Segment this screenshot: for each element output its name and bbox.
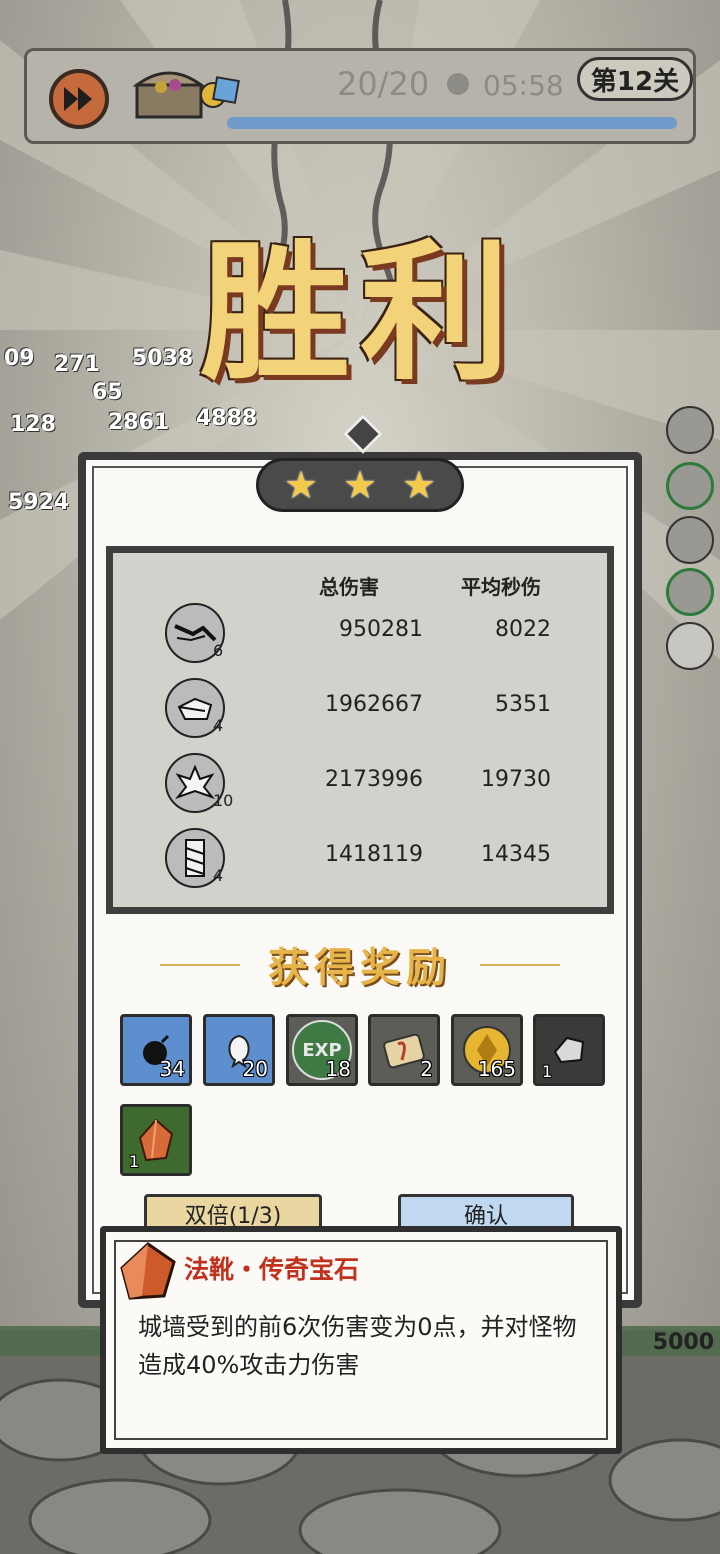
wave-progress-bar (227, 117, 677, 129)
damage-number: 65 (92, 380, 123, 405)
panel-diamond-ornament (343, 414, 383, 454)
fast-forward-button[interactable] (49, 69, 109, 129)
total-damage: 950281 (339, 617, 423, 642)
treasure-chest-icon[interactable] (131, 61, 241, 121)
reward-bomb-card[interactable]: 34 (120, 1014, 192, 1086)
star-icon: ★ (283, 463, 319, 507)
orange-gem-icon (120, 1242, 176, 1300)
star-icon: ★ (401, 463, 437, 507)
item-count: 1 (542, 1062, 553, 1081)
left-ornament (160, 964, 240, 966)
reward-spirit-card[interactable]: 20 (203, 1014, 275, 1086)
damage-number: 4888 (196, 406, 258, 431)
star-rating: ★ ★ ★ (256, 458, 464, 512)
item-count: 2 (420, 1057, 433, 1081)
header-avg-dps: 平均秒伤 (461, 575, 541, 599)
item-count: 34 (159, 1057, 185, 1081)
total-damage: 1418119 (325, 842, 423, 867)
item-count: 20 (242, 1057, 268, 1081)
fast-forward-icon (64, 87, 92, 111)
wall-hp-value: 5000 (652, 1330, 714, 1355)
total-damage: 2173996 (325, 767, 423, 792)
victory-title: 胜利 (199, 225, 520, 401)
side-skill-slot-2[interactable] (666, 462, 714, 510)
reward-scroll[interactable]: 2 (368, 1014, 440, 1086)
damage-number: 09 (4, 346, 35, 371)
damage-number: 2861 (108, 410, 170, 435)
top-hud: 20/20 05:58 第12关 (24, 48, 696, 144)
skill-level: 10 (213, 791, 234, 810)
clock-icon (447, 73, 469, 95)
side-skill-slot-4[interactable] (666, 568, 714, 616)
damage-number: 5924 (8, 490, 70, 515)
side-skill-slot-3[interactable] (666, 516, 714, 564)
skill-level: 6 (213, 641, 224, 660)
skill-level: 4 (213, 866, 224, 885)
skill-level: 4 (213, 716, 224, 735)
total-damage: 1962667 (325, 692, 423, 717)
avg-dps: 8022 (495, 617, 551, 642)
item-tooltip: 法靴・传奇宝石 城墙受到的前6次伤害变为0点，并对怪物造成40%攻击力伤害 (100, 1226, 622, 1454)
rewards-heading: 获得奖励 (160, 934, 560, 994)
right-ornament (480, 964, 560, 966)
rewards-title: 获得奖励 (268, 944, 452, 991)
damage-stats-table: 总伤害 平均秒伤 6 950281 8022 4 1962667 5351 10… (106, 546, 614, 914)
damage-number: 271 (54, 352, 100, 377)
avg-dps: 19730 (481, 767, 551, 792)
wave-counter: 20/20 (337, 65, 430, 103)
header-total-damage: 总伤害 (319, 575, 379, 599)
damage-number: 128 (10, 412, 56, 437)
stats-row: 4 1962667 5351 (113, 678, 607, 748)
star-icon: ★ (342, 463, 378, 507)
avg-dps: 14345 (481, 842, 551, 867)
timer: 05:58 (483, 69, 564, 102)
stats-row: 4 1418119 14345 (113, 828, 607, 898)
tooltip-description: 城墙受到的前6次伤害变为0点，并对怪物造成40%攻击力伤害 (138, 1313, 577, 1379)
reward-gold[interactable]: 165 (451, 1014, 523, 1086)
tooltip-title: 法靴・传奇宝石 (184, 1255, 360, 1284)
item-count: 1 (129, 1152, 140, 1171)
stats-row: 6 950281 8022 (113, 603, 607, 673)
damage-number: 5038 (132, 346, 194, 371)
reward-stone[interactable]: 1 (533, 1014, 605, 1086)
stage-badge: 第12关 (577, 57, 693, 101)
item-count: 18 (325, 1057, 351, 1081)
stats-row: 10 2173996 19730 (113, 753, 607, 823)
avg-dps: 5351 (495, 692, 551, 717)
side-skill-slot-1[interactable] (666, 406, 714, 454)
reward-exp[interactable]: EXP 18 (286, 1014, 358, 1086)
reward-orange-gem[interactable]: 1 (120, 1104, 192, 1176)
side-skill-slot-5[interactable] (666, 622, 714, 670)
item-count: 165 (477, 1057, 516, 1081)
